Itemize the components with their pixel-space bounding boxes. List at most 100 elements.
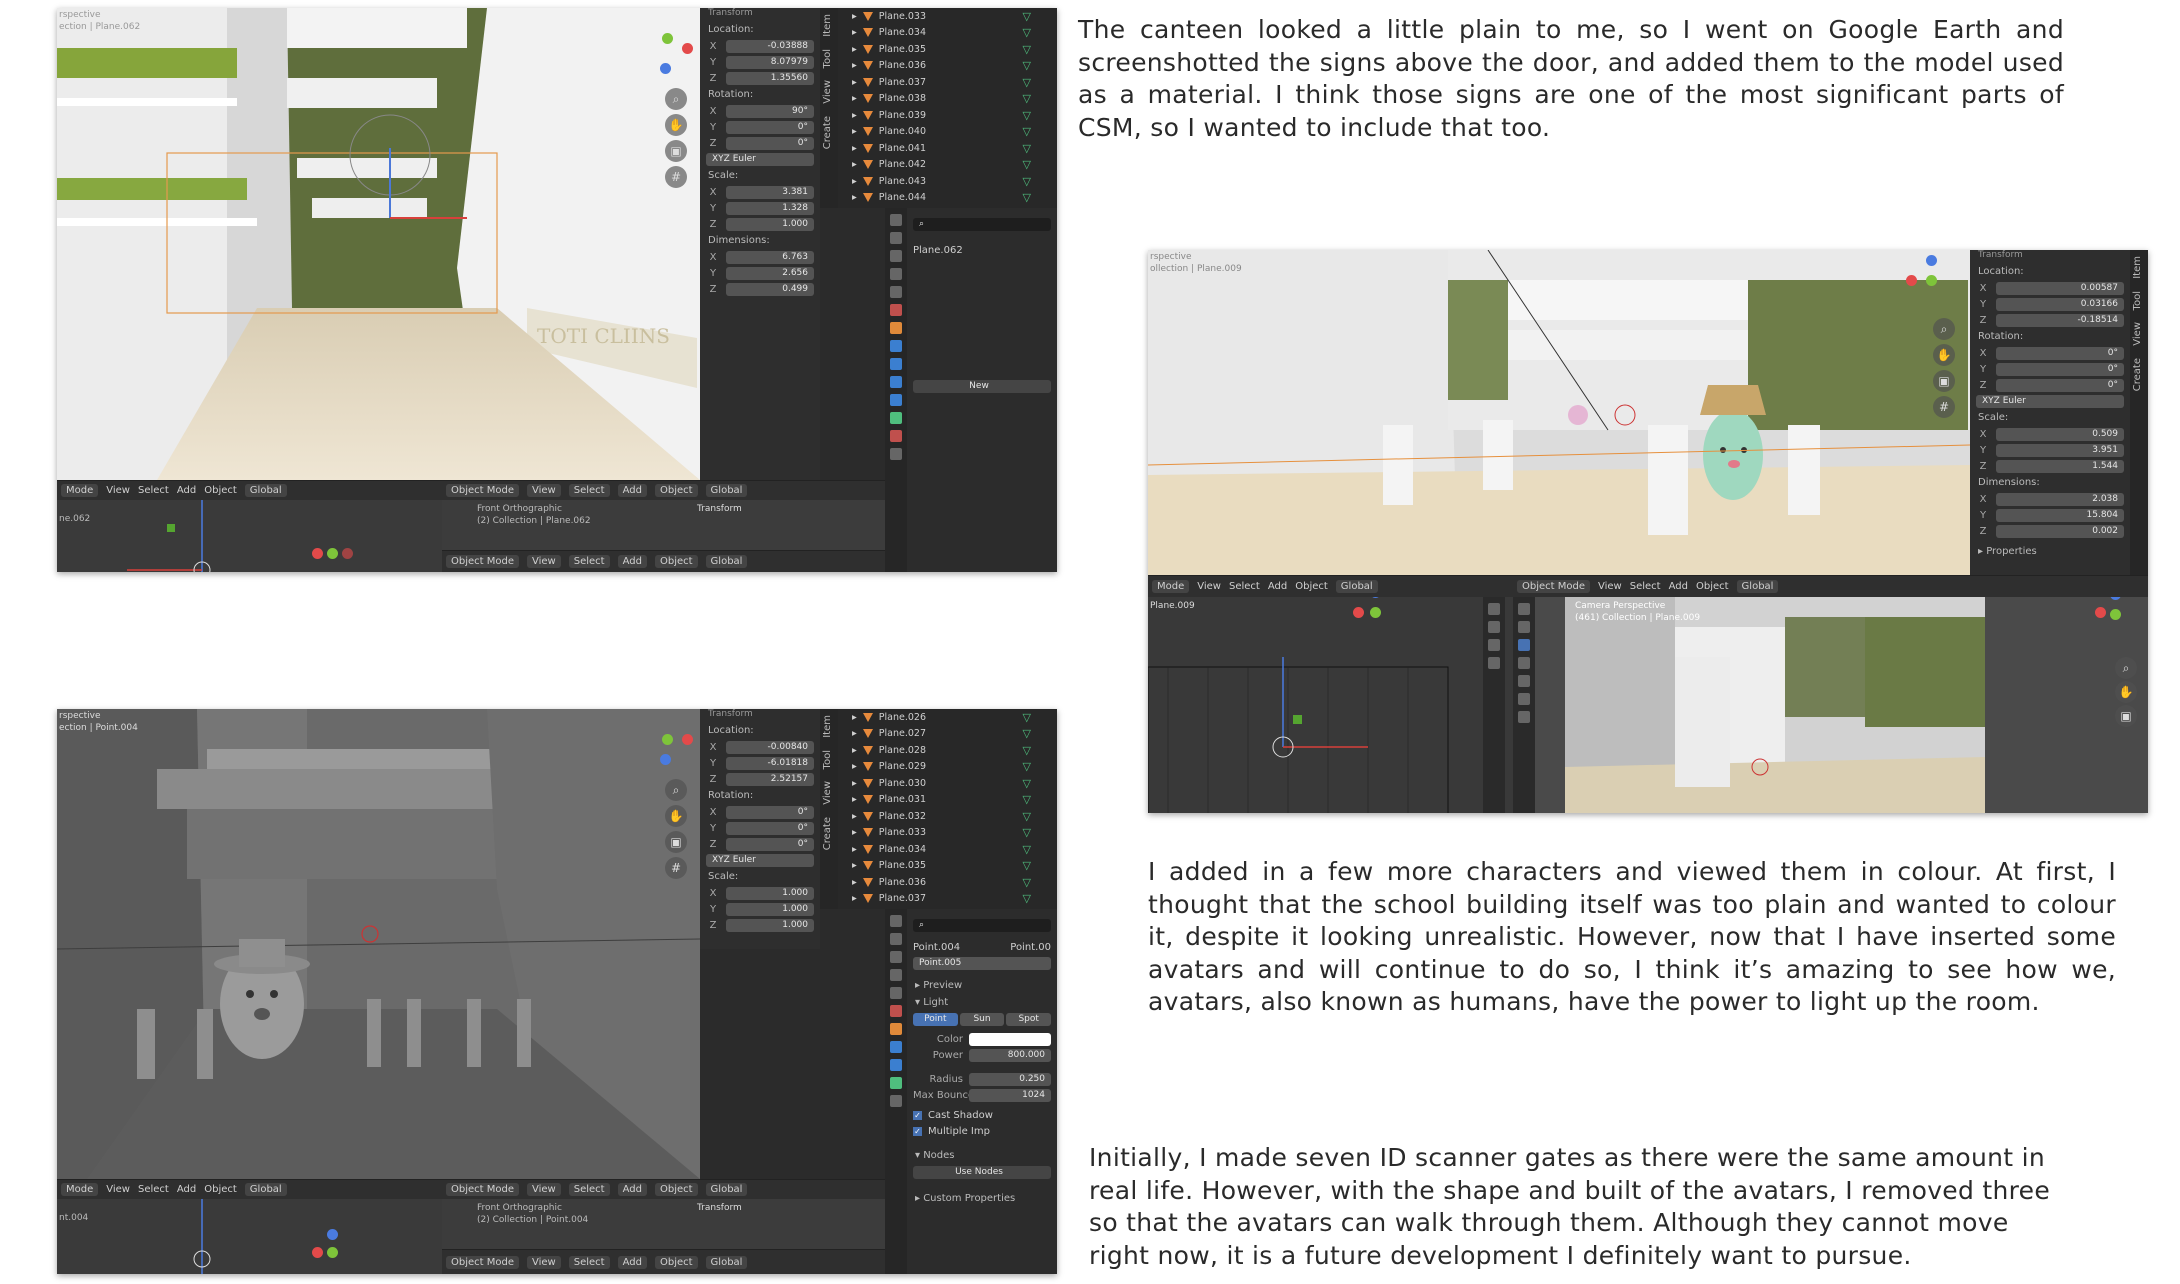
- view-menu[interactable]: View: [527, 1183, 561, 1196]
- tab-tool[interactable]: Tool: [2130, 285, 2145, 316]
- select-menu[interactable]: Select: [568, 1183, 610, 1196]
- zoom-icon[interactable]: ⌕: [1933, 318, 1955, 340]
- view-menu[interactable]: View: [527, 555, 561, 568]
- outliner-row[interactable]: ▸ Plane.034 ▽: [838, 25, 1057, 42]
- point-type-button[interactable]: Point: [913, 1012, 958, 1026]
- loc-x-field[interactable]: -0.03888: [726, 39, 814, 53]
- view-menu[interactable]: View: [1197, 581, 1221, 592]
- render-icon[interactable]: [890, 232, 902, 244]
- object-mode-select[interactable]: Object Mode: [1517, 580, 1590, 593]
- gizmo-z-axis[interactable]: [1926, 255, 1937, 266]
- scale-x-field[interactable]: 1.000: [726, 886, 814, 900]
- mode-menu[interactable]: Mode: [61, 484, 99, 497]
- search-input[interactable]: ⌕: [913, 918, 1051, 932]
- dim-x-field[interactable]: 6.763: [726, 250, 814, 264]
- scale-icon[interactable]: [1518, 675, 1530, 687]
- euler-select[interactable]: XYZ Euler: [1976, 394, 2124, 408]
- rot-y-field[interactable]: 0°: [726, 821, 814, 835]
- add-menu[interactable]: Add: [617, 1255, 647, 1269]
- object-icon[interactable]: [890, 1023, 902, 1035]
- move-icon[interactable]: [1518, 639, 1530, 651]
- grid-icon[interactable]: #: [665, 166, 687, 188]
- object-menu[interactable]: Object: [1295, 581, 1328, 592]
- camera-icon[interactable]: ▣: [665, 831, 687, 853]
- constraints-icon[interactable]: [890, 1059, 902, 1071]
- tab-view[interactable]: View: [2130, 316, 2145, 352]
- custom-properties-section[interactable]: ▸ Custom Properties: [907, 1190, 1057, 1207]
- hand-pan-icon[interactable]: ✋: [2115, 681, 2137, 703]
- outliner-row[interactable]: ▸ Plane.030 ▽: [838, 775, 1057, 792]
- view-menu[interactable]: View: [1598, 581, 1622, 592]
- camera-icon[interactable]: ▣: [665, 140, 687, 162]
- loc-y-field[interactable]: 8.07979: [726, 55, 814, 69]
- grid-icon[interactable]: [1488, 657, 1500, 669]
- zoom-icon[interactable]: ⌕: [665, 88, 687, 110]
- add-menu[interactable]: Add: [1669, 581, 1688, 592]
- color-swatch[interactable]: [969, 1032, 1051, 1046]
- scale-y-field[interactable]: 1.000: [726, 902, 814, 916]
- loc-x-field[interactable]: -0.00840: [726, 740, 814, 754]
- outliner-row[interactable]: ▸ Plane.041 ▽: [838, 140, 1057, 157]
- add-menu[interactable]: Add: [1268, 581, 1287, 592]
- object-mode-select[interactable]: Object Mode: [446, 555, 519, 568]
- grid-icon[interactable]: #: [665, 857, 687, 879]
- cursor-icon[interactable]: [1518, 621, 1530, 633]
- scale-x-field[interactable]: 0.509: [1996, 427, 2124, 441]
- scale-y-field[interactable]: 3.951: [1996, 443, 2124, 457]
- gizmo-z-axis[interactable]: [660, 63, 671, 74]
- outliner-row[interactable]: ▸ Plane.032 ▽: [838, 808, 1057, 825]
- rot-x-field[interactable]: 0°: [1996, 346, 2124, 360]
- loc-x-field[interactable]: 0.00587: [1996, 281, 2124, 295]
- viewport-3d[interactable]: ⌕ ✋ ▣ # rspective ection | Point.004: [57, 709, 700, 1179]
- outliner-row[interactable]: ▸ Plane.033 ▽: [838, 825, 1057, 842]
- global-select[interactable]: Global: [244, 1183, 287, 1196]
- view-layer-icon[interactable]: [890, 969, 902, 981]
- scene-icon[interactable]: [890, 987, 902, 999]
- render-icon[interactable]: [890, 933, 902, 945]
- object-menu[interactable]: Object: [204, 1184, 237, 1195]
- view-menu[interactable]: View: [527, 484, 561, 497]
- spot-type-button[interactable]: Spot: [1006, 1012, 1052, 1026]
- scale-z-field[interactable]: 1.544: [1996, 459, 2124, 473]
- viewport-3d[interactable]: ⌕ ✋ ▣ # rspective ollection | Plane.009: [1148, 250, 1970, 575]
- camera-icon[interactable]: [1488, 639, 1500, 651]
- rot-y-field[interactable]: 0°: [1996, 362, 2124, 376]
- properties-section[interactable]: ▸ Properties: [1970, 543, 2130, 560]
- rot-x-field[interactable]: 90°: [726, 104, 814, 118]
- rot-z-field[interactable]: 0°: [1996, 378, 2124, 392]
- select-menu[interactable]: Select: [568, 484, 610, 497]
- outliner-row[interactable]: ▸ Plane.036 ▽: [838, 874, 1057, 891]
- loc-y-field[interactable]: -6.01818: [726, 756, 814, 770]
- outliner-row[interactable]: ▸ Plane.043 ▽: [838, 173, 1057, 190]
- add-menu[interactable]: Add: [617, 484, 647, 497]
- light-section[interactable]: ▾ Light: [907, 994, 1057, 1011]
- dim-z-field[interactable]: 0.002: [1996, 524, 2124, 538]
- outliner-row[interactable]: ▸ Plane.029 ▽: [838, 759, 1057, 776]
- euler-select[interactable]: XYZ Euler: [706, 152, 814, 166]
- gizmo-z-axis[interactable]: [327, 1229, 338, 1240]
- object-menu[interactable]: Object: [204, 485, 237, 496]
- dim-x-field[interactable]: 2.038: [1996, 492, 2124, 506]
- outliner-row[interactable]: ▸ Plane.034 ▽: [838, 841, 1057, 858]
- tab-create[interactable]: Create: [2130, 352, 2145, 397]
- hand-pan-icon[interactable]: [1488, 621, 1500, 633]
- scale-y-field[interactable]: 1.328: [726, 201, 814, 215]
- object-mode-select[interactable]: Object Mode: [446, 1255, 519, 1269]
- tool-icon[interactable]: [890, 915, 902, 927]
- gizmo-z-axis[interactable]: [660, 754, 671, 765]
- select-menu[interactable]: Select: [568, 555, 610, 568]
- hand-pan-icon[interactable]: ✋: [665, 114, 687, 136]
- gizmo-y-axis[interactable]: [1926, 275, 1937, 286]
- object-menu[interactable]: Object: [654, 1255, 698, 1269]
- scene-icon[interactable]: [890, 286, 902, 298]
- select-menu[interactable]: Select: [1630, 581, 1661, 592]
- select-menu[interactable]: Select: [1229, 581, 1260, 592]
- power-field[interactable]: 800.000: [969, 1048, 1051, 1062]
- texture-icon[interactable]: [890, 1095, 902, 1107]
- wrench-icon[interactable]: [890, 340, 902, 352]
- global-select[interactable]: Global: [705, 1183, 748, 1196]
- global-select[interactable]: Global: [244, 484, 287, 497]
- tab-item[interactable]: Item: [820, 709, 835, 744]
- loc-z-field[interactable]: 1.35560: [726, 71, 814, 85]
- outliner-row[interactable]: ▸ Plane.026 ▽: [838, 709, 1057, 726]
